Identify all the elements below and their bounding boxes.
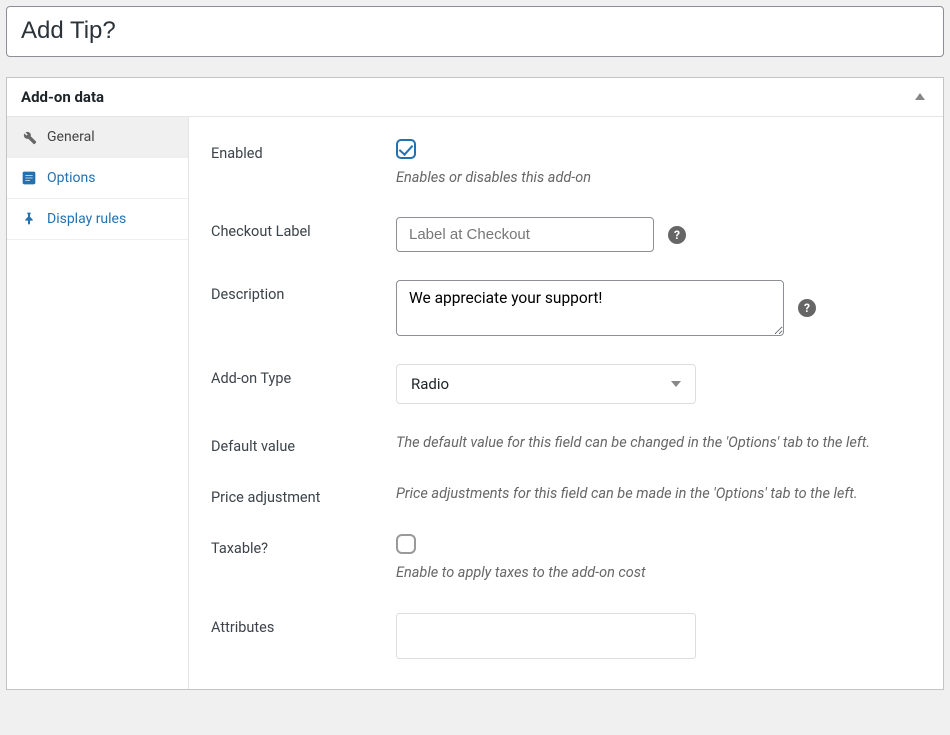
panel-body: General Options Display rules Enabled En… (7, 117, 943, 689)
options-icon (21, 170, 37, 186)
addon-title-input[interactable] (6, 6, 944, 57)
wrench-icon (21, 129, 37, 145)
enabled-help: Enables or disables this add-on (396, 167, 921, 189)
default-value-help: The default value for this field can be … (396, 432, 921, 454)
row-attributes: Attributes (211, 613, 921, 659)
panel-collapse-toggle[interactable] (915, 93, 925, 100)
checkout-label-input[interactable] (396, 217, 654, 252)
price-adjustment-label: Price adjustment (211, 483, 396, 506)
row-default-value: Default value The default value for this… (211, 432, 921, 455)
tab-display-rules[interactable]: Display rules (7, 199, 188, 240)
row-addon-type: Add-on Type Radio (211, 364, 921, 404)
row-price-adjustment: Price adjustment Price adjustments for t… (211, 483, 921, 506)
attributes-label: Attributes (211, 613, 396, 636)
tab-options[interactable]: Options (7, 158, 188, 199)
taxable-checkbox[interactable] (396, 534, 416, 554)
addon-data-panel: Add-on data General Options Display rule… (6, 77, 944, 690)
panel-header: Add-on data (7, 78, 943, 117)
tab-general-label: General (47, 129, 95, 145)
general-tab-content: Enabled Enables or disables this add-on … (189, 117, 943, 689)
price-adjustment-help: Price adjustments for this field can be … (396, 483, 921, 505)
enabled-label: Enabled (211, 139, 396, 162)
row-checkout-label: Checkout Label ? (211, 217, 921, 252)
tab-display-rules-label: Display rules (47, 211, 126, 227)
help-icon[interactable]: ? (798, 299, 816, 317)
taxable-help: Enable to apply taxes to the add-on cost (396, 562, 921, 584)
description-textarea[interactable] (396, 280, 784, 336)
help-icon[interactable]: ? (668, 226, 686, 244)
addon-type-select[interactable]: Radio (396, 364, 696, 404)
default-value-label: Default value (211, 432, 396, 455)
pin-icon (21, 211, 37, 227)
description-label: Description (211, 280, 396, 303)
chevron-down-icon (671, 381, 681, 387)
attributes-input[interactable] (396, 613, 696, 659)
enabled-checkbox[interactable] (396, 139, 416, 159)
taxable-label: Taxable? (211, 534, 396, 557)
panel-title: Add-on data (21, 88, 104, 106)
addon-type-label: Add-on Type (211, 364, 396, 387)
row-description: Description ? (211, 280, 921, 336)
tab-options-label: Options (47, 170, 95, 186)
row-enabled: Enabled Enables or disables this add-on (211, 139, 921, 189)
row-taxable: Taxable? Enable to apply taxes to the ad… (211, 534, 921, 584)
checkout-label-label: Checkout Label (211, 217, 396, 240)
addon-type-value: Radio (411, 375, 449, 393)
tabs-sidebar: General Options Display rules (7, 117, 189, 689)
tab-general[interactable]: General (7, 117, 188, 158)
